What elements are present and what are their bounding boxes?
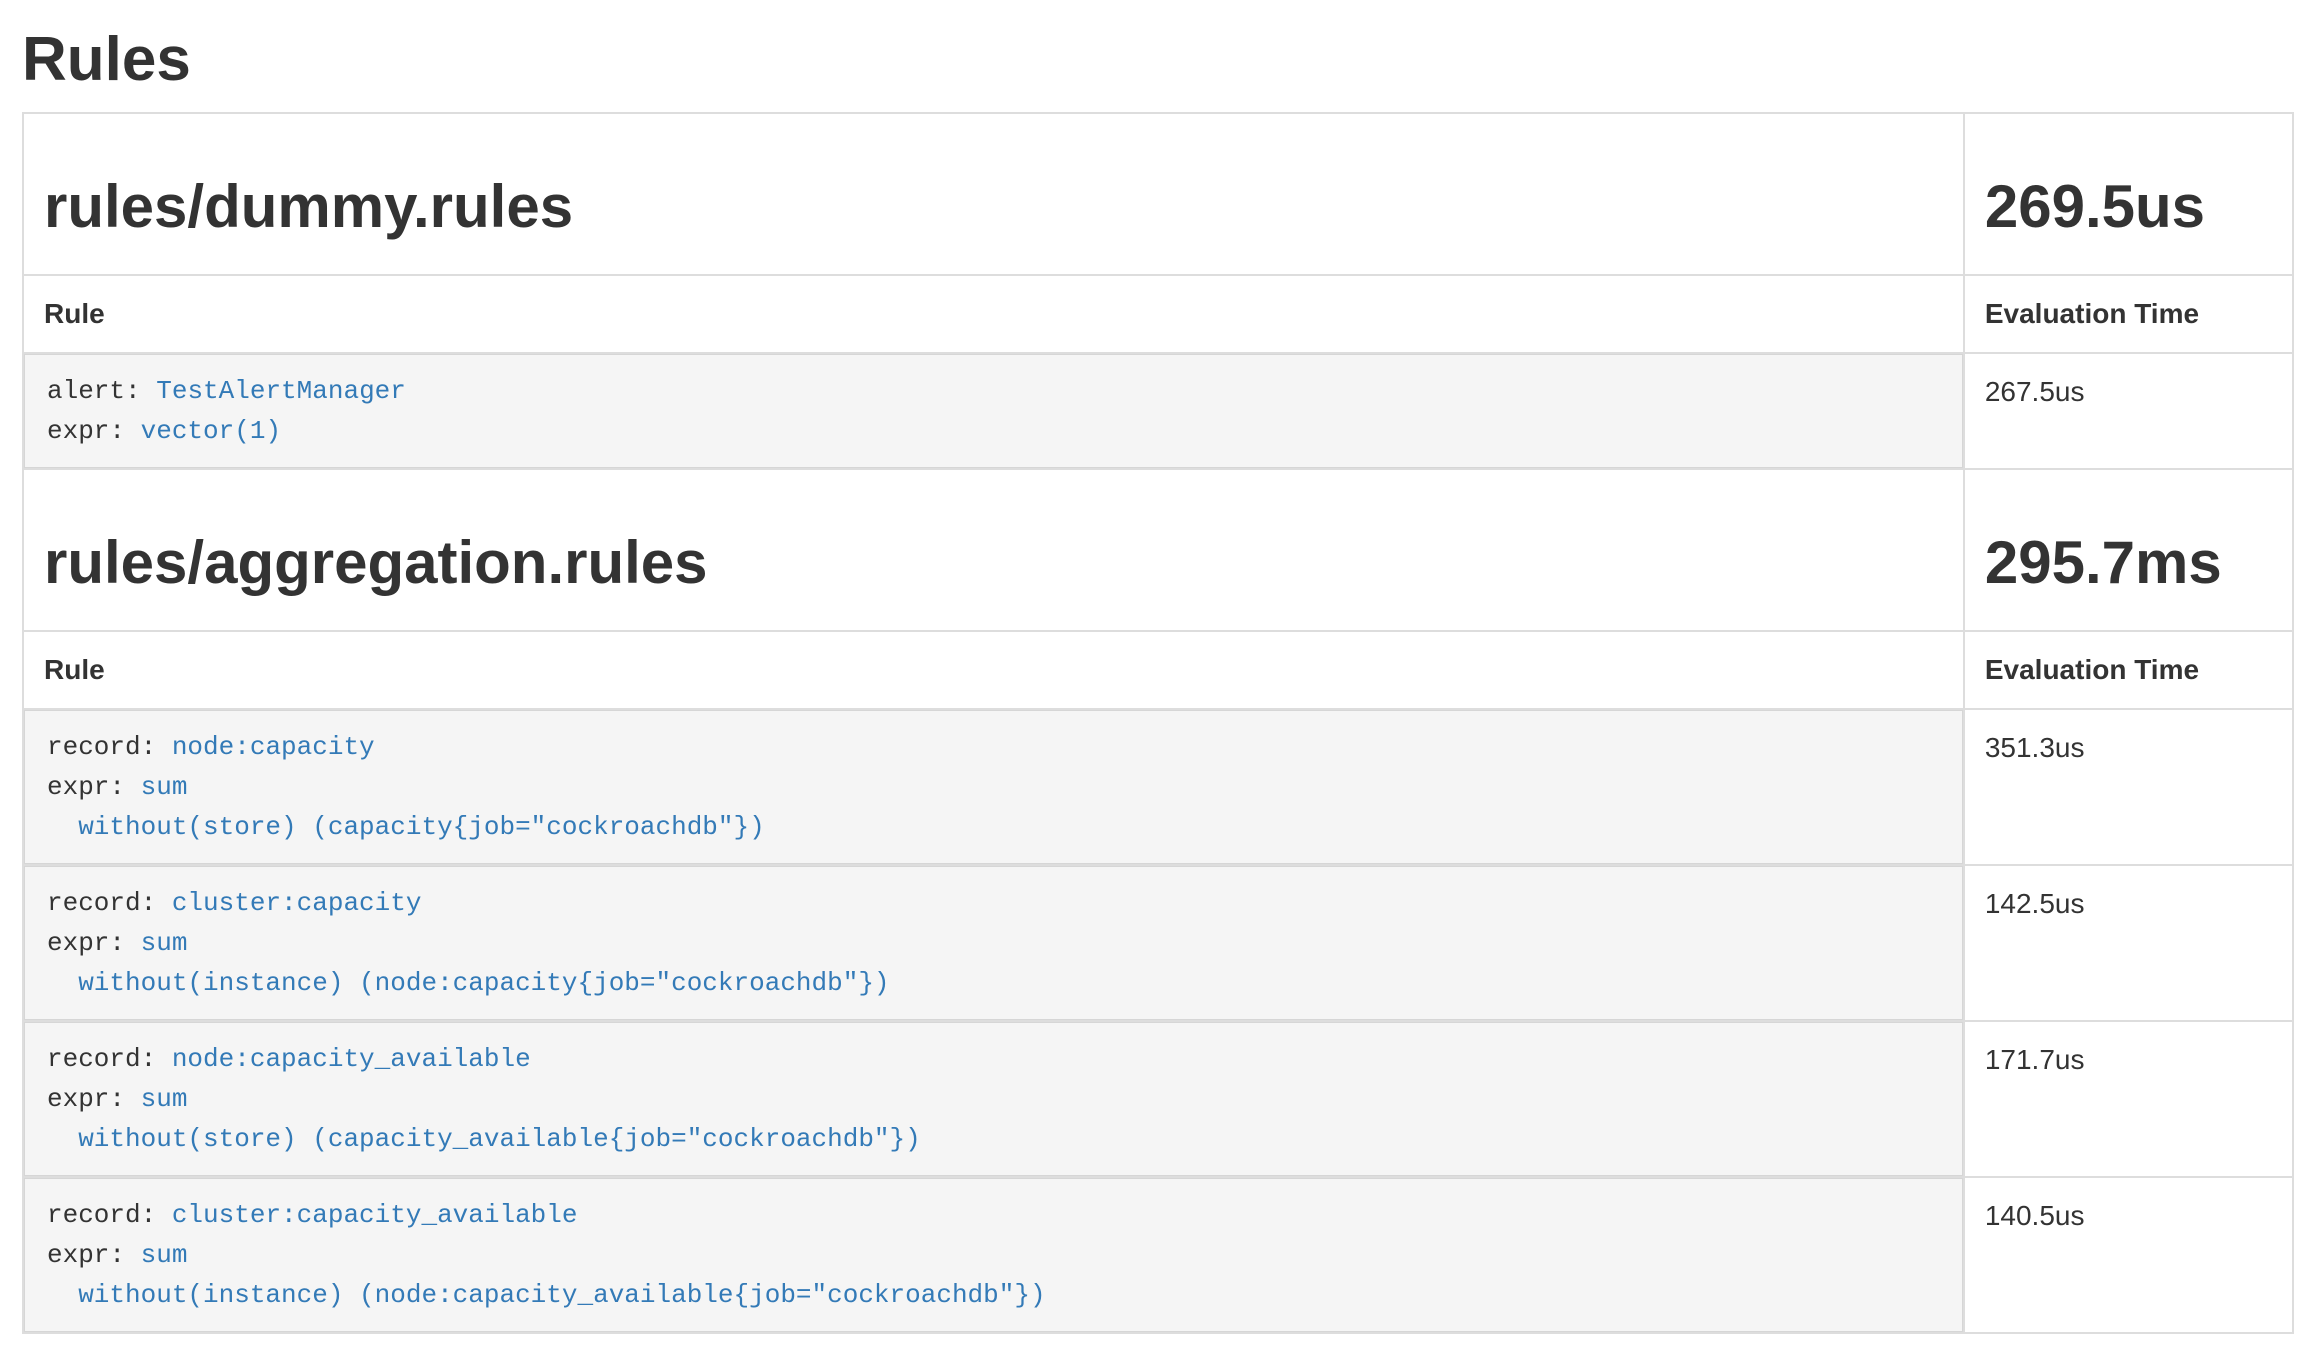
rule-definition-cell: record: cluster:capacity_available expr:…	[23, 1177, 1964, 1333]
rule-definition-cell: alert: TestAlertManager expr: vector(1)	[23, 353, 1964, 469]
rules-page: Rules rules/dummy.rules 269.5us Rule Eva…	[0, 26, 2316, 1334]
rule-link[interactable]: cluster:capacity	[172, 888, 422, 918]
rule-eval-time: 267.5us	[1964, 353, 2293, 469]
page-title: Rules	[22, 26, 2294, 94]
rule-code: record: cluster:capacity_available expr:…	[24, 1178, 1963, 1332]
rule-link[interactable]: node:capacity	[172, 732, 375, 762]
rule-column-header: Rule	[23, 631, 1964, 709]
rule-eval-time: 171.7us	[1964, 1021, 2293, 1177]
rule-field-label: record:	[47, 1044, 156, 1074]
rule-field-label: expr:	[47, 928, 125, 958]
rule-field-label: expr:	[47, 1240, 125, 1270]
rule-link[interactable]: sum without(store) (capacity_available{j…	[47, 1084, 921, 1154]
rule-row: record: node:capacity expr: sum without(…	[23, 709, 2293, 865]
rule-link[interactable]: sum without(instance) (node:capacity_ava…	[47, 1240, 1046, 1310]
rule-group-name-cell: rules/aggregation.rules	[23, 469, 1964, 631]
rule-eval-time: 142.5us	[1964, 865, 2293, 1021]
table-header-row: Rule Evaluation Time	[23, 631, 2293, 709]
rule-link[interactable]: sum without(store) (capacity{job="cockro…	[47, 772, 765, 842]
rule-group-name: rules/dummy.rules	[44, 174, 1943, 240]
rule-code: record: node:capacity expr: sum without(…	[24, 710, 1963, 864]
rule-link[interactable]: node:capacity_available	[172, 1044, 531, 1074]
rule-row: record: cluster:capacity_available expr:…	[23, 1177, 2293, 1333]
rule-definition-cell: record: node:capacity expr: sum without(…	[23, 709, 1964, 865]
table-header-row: Rule Evaluation Time	[23, 275, 2293, 353]
rule-field-label: expr:	[47, 1084, 125, 1114]
rule-link[interactable]: cluster:capacity_available	[172, 1200, 578, 1230]
rule-field-label: expr:	[47, 416, 125, 446]
rule-code: record: node:capacity_available expr: su…	[24, 1022, 1963, 1176]
rule-link[interactable]: sum without(instance) (node:capacity{job…	[47, 928, 890, 998]
rule-eval-time: 140.5us	[1964, 1177, 2293, 1333]
rule-link[interactable]: vector(1)	[141, 416, 281, 446]
rule-field-label: expr:	[47, 772, 125, 802]
rule-row: record: cluster:capacity expr: sum witho…	[23, 865, 2293, 1021]
rule-code: alert: TestAlertManager expr: vector(1)	[24, 354, 1963, 468]
rule-group-header-row: rules/dummy.rules 269.5us	[23, 113, 2293, 275]
rule-definition-cell: record: node:capacity_available expr: su…	[23, 1021, 1964, 1177]
rule-column-header: Rule	[23, 275, 1964, 353]
rule-group-name: rules/aggregation.rules	[44, 530, 1943, 596]
rule-field-label: record:	[47, 888, 156, 918]
eval-time-column-header: Evaluation Time	[1964, 631, 2293, 709]
rule-eval-time: 351.3us	[1964, 709, 2293, 865]
rule-group-name-cell: rules/dummy.rules	[23, 113, 1964, 275]
rule-group-eval-time-cell: 269.5us	[1964, 113, 2293, 275]
rule-field-label: alert:	[47, 376, 141, 406]
rule-group-header-row: rules/aggregation.rules 295.7ms	[23, 469, 2293, 631]
rule-code: record: cluster:capacity expr: sum witho…	[24, 866, 1963, 1020]
rule-row: alert: TestAlertManager expr: vector(1) …	[23, 353, 2293, 469]
rule-group-eval-time: 269.5us	[1985, 174, 2272, 240]
rules-table: rules/dummy.rules 269.5us Rule Evaluatio…	[22, 112, 2294, 1334]
rule-group-eval-time: 295.7ms	[1985, 530, 2272, 596]
rule-field-label: record:	[47, 1200, 156, 1230]
eval-time-column-header: Evaluation Time	[1964, 275, 2293, 353]
rule-link[interactable]: TestAlertManager	[156, 376, 406, 406]
rule-field-label: record:	[47, 732, 156, 762]
rule-row: record: node:capacity_available expr: su…	[23, 1021, 2293, 1177]
rule-definition-cell: record: cluster:capacity expr: sum witho…	[23, 865, 1964, 1021]
rule-group-eval-time-cell: 295.7ms	[1964, 469, 2293, 631]
